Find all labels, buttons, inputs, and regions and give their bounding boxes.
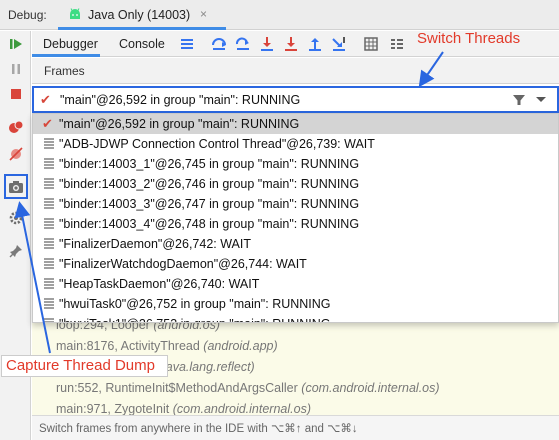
- resume-icon: [10, 39, 22, 49]
- thread-icon: [44, 298, 54, 309]
- thread-item[interactable]: "FinalizerDaemon"@26,742: WAIT: [33, 234, 558, 254]
- settings-icon: [9, 211, 23, 225]
- mute-breakpoints-icon: [9, 147, 23, 161]
- thread-icon: [44, 238, 54, 249]
- mute-breakpoints-button[interactable]: [6, 144, 26, 164]
- tab-console-label: Console: [119, 37, 165, 51]
- frame-method: main:8176, ActivityThread: [56, 339, 204, 353]
- frame-method: run:552, RuntimeInit$MethodAndArgsCaller: [56, 381, 302, 395]
- thread-item[interactable]: "binder:14003_2"@26,746 in group "main":…: [33, 174, 558, 194]
- frame-text: run:552, RuntimeInit$MethodAndArgsCaller…: [56, 381, 440, 395]
- thread-item-label: "binder:14003_3"@26,747 in group "main":…: [59, 197, 360, 211]
- capture-thread-dump-highlight: [4, 174, 28, 199]
- force-step-into-icon[interactable]: [282, 35, 300, 53]
- thread-icon: [44, 198, 54, 209]
- thread-icon: [44, 258, 54, 269]
- view-breakpoints-button[interactable]: [6, 117, 26, 137]
- checkmark-icon: ✔: [42, 116, 53, 131]
- frame-package: (com.android.internal.os): [172, 402, 311, 416]
- android-icon: [70, 8, 80, 19]
- show-execution-point-icon[interactable]: [210, 35, 228, 53]
- thread-item[interactable]: "FinalizerWatchdogDaemon"@26,744: WAIT: [33, 254, 558, 274]
- frame-row[interactable]: main:8176, ActivityThread (android.app): [32, 336, 559, 357]
- thread-icon: [44, 278, 54, 289]
- thread-item-label: "binder:14003_1"@26,745 in group "main":…: [59, 157, 360, 171]
- thread-item-label: "FinalizerDaemon"@26,742: WAIT: [59, 237, 252, 251]
- layout-icon[interactable]: [178, 35, 196, 53]
- step-into-icon[interactable]: [258, 35, 276, 53]
- chevron-down-icon[interactable]: [536, 97, 546, 102]
- thread-item-label: "hwuiTask1"@26,753 in group "main": RUNN…: [59, 317, 331, 322]
- thread-icon: [44, 138, 54, 149]
- evaluate-expression-icon[interactable]: [362, 35, 380, 53]
- thread-selector[interactable]: ✔ "main"@26,592 in group "main": RUNNING: [32, 86, 559, 113]
- thread-item[interactable]: "binder:14003_4"@26,748 in group "main":…: [33, 214, 558, 234]
- run-to-cursor-icon[interactable]: [330, 35, 348, 53]
- settings-button[interactable]: [6, 208, 26, 228]
- thread-item[interactable]: "binder:14003_1"@26,745 in group "main":…: [33, 154, 558, 174]
- thread-dropdown: ✔ "main"@26,592 in group "main": RUNNING "…: [32, 113, 559, 323]
- pause-button[interactable]: [6, 59, 26, 79]
- checkmark-icon: ✔: [40, 92, 51, 107]
- thread-item-label: "FinalizerWatchdogDaemon"@26,744: WAIT: [59, 257, 307, 271]
- thread-icon: [44, 158, 54, 169]
- close-icon[interactable]: ×: [200, 7, 207, 21]
- filter-icon[interactable]: [512, 93, 526, 107]
- tab-console[interactable]: Console: [112, 31, 168, 57]
- thread-icon: [44, 178, 54, 189]
- thread-item[interactable]: "binder:14003_3"@26,747 in group "main":…: [33, 194, 558, 214]
- thread-item-label: "binder:14003_2"@26,746 in group "main":…: [59, 177, 360, 191]
- pin-icon: [9, 245, 22, 258]
- debug-tool-window-header: Debug: Java Only (14003) ×: [0, 0, 559, 30]
- thread-item-label: "hwuiTask0"@26,752 in group "main": RUNN…: [59, 297, 331, 311]
- thread-item-label: "binder:14003_4"@26,748 in group "main":…: [59, 217, 360, 231]
- thread-item[interactable]: ✔ "main"@26,592 in group "main": RUNNING: [33, 114, 558, 134]
- tab-debugger-label: Debugger: [43, 37, 98, 51]
- thread-item-label: "main"@26,592 in group "main": RUNNING: [59, 117, 300, 131]
- frame-text: main:971, ZygoteInit (com.android.intern…: [56, 402, 311, 416]
- status-bar: Switch frames from anywhere in the IDE w…: [32, 415, 559, 440]
- pin-button[interactable]: [6, 241, 26, 261]
- frame-package: (android.app): [203, 339, 278, 353]
- step-out-icon[interactable]: [306, 35, 324, 53]
- thread-icon: [44, 318, 54, 322]
- view-breakpoints-icon: [9, 120, 24, 133]
- stop-icon: [11, 89, 21, 99]
- left-debug-toolbar: [0, 31, 31, 440]
- frame-method: main:971, ZygoteInit: [56, 402, 173, 416]
- frames-title: Frames: [44, 64, 85, 78]
- session-tab-label: Java Only (14003): [88, 8, 191, 22]
- thread-item[interactable]: "hwuiTask1"@26,753 in group "main": RUNN…: [33, 314, 558, 322]
- selected-thread-text: "main"@26,592 in group "main": RUNNING: [60, 93, 301, 107]
- stop-button[interactable]: [6, 84, 26, 104]
- tab-debugger[interactable]: Debugger: [32, 31, 100, 57]
- status-hint: Switch frames from anywhere in the IDE w…: [39, 423, 358, 435]
- thread-item[interactable]: "HeapTaskDaemon"@26,740: WAIT: [33, 274, 558, 294]
- capture-thread-dump-annotation: Capture Thread Dump: [6, 357, 155, 374]
- thread-item[interactable]: "ADB-JDWP Connection Control Thread"@26,…: [33, 134, 558, 154]
- thread-icon: [44, 218, 54, 229]
- frame-row[interactable]: run:552, RuntimeInit$MethodAndArgsCaller…: [32, 378, 559, 399]
- frames-panel-header: Frames: [32, 58, 559, 84]
- trace-icon[interactable]: [388, 35, 406, 53]
- frame-package: (com.android.internal.os): [301, 381, 440, 395]
- debug-label: Debug:: [8, 8, 47, 22]
- pause-icon: [12, 64, 20, 74]
- thread-item[interactable]: "hwuiTask0"@26,752 in group "main": RUNN…: [33, 294, 558, 314]
- frame-package: (java.lang.reflect): [158, 360, 255, 374]
- resume-button[interactable]: [6, 34, 26, 54]
- frame-text: main:8176, ActivityThread (android.app): [56, 339, 278, 353]
- session-tab[interactable]: Java Only (14003) ×: [58, 0, 226, 30]
- thread-item-label: "ADB-JDWP Connection Control Thread"@26,…: [59, 137, 375, 151]
- thread-item-label: "HeapTaskDaemon"@26,740: WAIT: [59, 277, 260, 291]
- switch-threads-annotation: Switch Threads: [417, 30, 521, 47]
- step-over-icon[interactable]: [234, 35, 252, 53]
